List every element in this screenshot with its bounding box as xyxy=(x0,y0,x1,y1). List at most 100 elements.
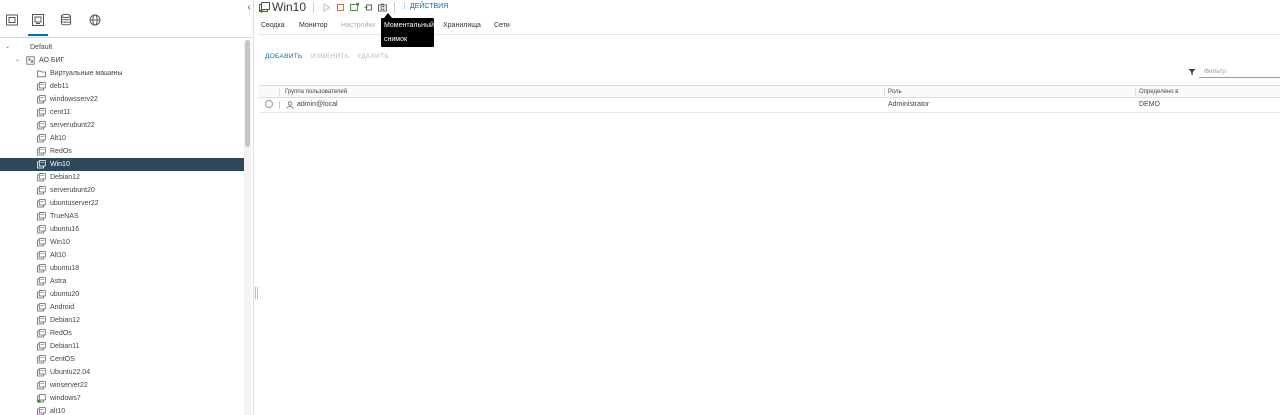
object-header: Win10 ⋮ ДЕЙСТВИЯ xyxy=(258,0,1280,16)
tree-item-label: Debian11 xyxy=(50,343,80,350)
tree-item[interactable]: windowsserv22 xyxy=(0,93,244,106)
inventory-tree: ⌄ Default ⌄ АО БИГ Виртуальные машины deb11 wi… xyxy=(0,40,244,415)
column-header-role[interactable]: Роль xyxy=(888,86,902,98)
hosts-clusters-icon[interactable] xyxy=(1,9,23,31)
tree-item[interactable]: Debian12 xyxy=(0,171,244,184)
filter-input[interactable] xyxy=(1199,66,1280,78)
tooltip-line: снимок xyxy=(384,36,408,43)
tree-item-label: deb11 xyxy=(50,83,69,90)
tree-item[interactable]: ubuntuserver22 xyxy=(0,197,244,210)
cell-defined-in: DEMO xyxy=(1139,101,1160,108)
tree-item-label: ubuntu20 xyxy=(50,291,80,298)
console-icon[interactable] xyxy=(349,2,359,12)
delete-button[interactable]: УДАЛИТЬ xyxy=(357,52,389,62)
tree-item-label: windowsserv22 xyxy=(50,96,98,103)
vm-icon xyxy=(37,95,46,104)
vm-icon xyxy=(37,342,46,351)
tree-item[interactable]: Alt10 xyxy=(0,132,244,145)
vm-icon xyxy=(37,186,46,195)
edit-button[interactable]: ИЗМЕНИТЬ xyxy=(311,52,349,62)
tab-networks[interactable]: Сети xyxy=(494,18,510,34)
vm-icon xyxy=(37,316,46,325)
tree-item-label: Win10 xyxy=(50,239,70,246)
inventory-panel: ‹ ⌄ Default ⌄ АО БИГ Виртуальные машины deb11… xyxy=(0,0,253,415)
vm-icon xyxy=(37,303,46,312)
tree-item[interactable]: cent11 xyxy=(0,106,244,119)
tree-item[interactable]: deb11 xyxy=(0,80,244,93)
tree-item[interactable]: ubuntu18 xyxy=(0,262,244,275)
inventory-nav xyxy=(0,0,253,38)
tree-item[interactable]: Win10 xyxy=(0,158,244,171)
actions-menu-button[interactable]: ⋮ ДЕЙСТВИЯ xyxy=(401,1,448,13)
storage-icon[interactable] xyxy=(55,9,77,31)
vms-templates-icon[interactable] xyxy=(27,9,49,36)
power-off-icon[interactable] xyxy=(335,2,345,12)
tree-scrollbar-thumb[interactable] xyxy=(245,40,250,147)
vm-icon xyxy=(37,212,46,221)
filter-box xyxy=(1187,66,1280,79)
tree-item[interactable]: Debian11 xyxy=(0,340,244,353)
datacenter-icon xyxy=(26,56,35,65)
column-divider[interactable] xyxy=(1135,88,1136,96)
tree-item-label: Astra xyxy=(50,278,67,285)
tree-item[interactable]: Astra xyxy=(0,275,244,288)
splitter-grip xyxy=(255,287,256,299)
tree-item[interactable]: Виртуальные машины xyxy=(0,67,244,80)
tree-item[interactable]: Android xyxy=(0,301,244,314)
chevron-down-icon[interactable]: ⌄ xyxy=(5,41,10,54)
cell-role: Administrator xyxy=(888,101,930,108)
vm-icon xyxy=(37,82,46,91)
chevron-down-icon[interactable]: ⌄ xyxy=(15,54,20,67)
column-divider[interactable] xyxy=(884,88,885,96)
snapshot-icon[interactable] xyxy=(377,2,387,12)
tree-item[interactable]: Debian12 xyxy=(0,314,244,327)
tree-item-label: Win10 xyxy=(50,161,70,168)
tree-item[interactable]: alt10 xyxy=(0,405,244,415)
tree-scrollbar[interactable] xyxy=(244,40,251,415)
vm-icon xyxy=(259,2,270,13)
tree-item[interactable]: windows7 xyxy=(0,392,244,405)
tree-item-label: Debian12 xyxy=(50,174,80,181)
toolbar-divider xyxy=(394,2,395,13)
tree-item-label: Debian12 xyxy=(50,317,80,324)
tree-item[interactable]: ⌄ Default xyxy=(0,41,244,54)
tree-item[interactable]: Win10 xyxy=(0,236,244,249)
tree-item[interactable]: RedOs xyxy=(0,327,244,340)
filter-icon[interactable] xyxy=(1188,68,1196,76)
snapshot-tooltip: Моментальный снимок xyxy=(381,18,434,47)
vm-icon xyxy=(37,147,46,156)
tree-item[interactable]: ubuntu16 xyxy=(0,223,244,236)
networking-icon[interactable] xyxy=(84,9,106,31)
tab-configure[interactable]: Настройки xyxy=(341,18,375,34)
vm-icon xyxy=(37,368,46,377)
vm-icon xyxy=(37,264,46,273)
tree-item[interactable]: ⌄ АО БИГ xyxy=(0,54,244,67)
actions-label: ДЕЙСТВИЯ xyxy=(409,3,449,10)
tree-item-label: TrueNAS xyxy=(50,213,79,220)
tree-item[interactable]: serverubunt22 xyxy=(0,119,244,132)
tree-item-label: Виртуальные машины xyxy=(50,70,123,77)
row-select-radio[interactable] xyxy=(265,100,273,108)
tree-item[interactable]: CentOS xyxy=(0,353,244,366)
vm-icon xyxy=(37,173,46,182)
tree-item[interactable]: Ubuntu22.04 xyxy=(0,366,244,379)
tab-datastores[interactable]: Хранилища xyxy=(443,18,481,34)
tree-item[interactable]: TrueNAS xyxy=(0,210,244,223)
tree-item-label: ubuntuserver22 xyxy=(50,200,99,207)
tree-item[interactable]: ubuntu20 xyxy=(0,288,244,301)
column-header-defined-in[interactable]: Определено в xyxy=(1139,86,1178,98)
tab-summary[interactable]: Сводка xyxy=(261,18,285,34)
add-button[interactable]: ДОБАВИТЬ xyxy=(265,52,303,62)
tree-item[interactable]: serverubunt20 xyxy=(0,184,244,197)
migrate-icon[interactable] xyxy=(363,2,373,12)
column-header-user-group[interactable]: Группа пользователей xyxy=(285,86,347,98)
vm-icon xyxy=(37,277,46,286)
tree-item[interactable]: Alt10 xyxy=(0,249,244,262)
tree-item[interactable]: RedOs xyxy=(0,145,244,158)
power-on-icon[interactable] xyxy=(321,2,331,12)
tree-item-label: Default xyxy=(30,44,53,51)
tab-monitor[interactable]: Монитор xyxy=(299,18,328,34)
tree-item[interactable]: winserver22 xyxy=(0,379,244,392)
tree-item-label: alt10 xyxy=(50,408,66,415)
table-row[interactable]: admin@local Administrator DEMO xyxy=(259,98,1280,113)
